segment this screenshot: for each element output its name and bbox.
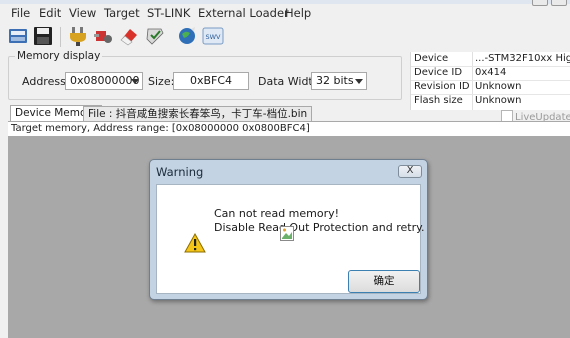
device-info-key: Flash size: [414, 95, 463, 106]
toolbar-separator: [60, 27, 61, 47]
address-range-text: Target memory, Address range: [0x0800000…: [11, 123, 310, 134]
device-info-key: Device ID: [414, 67, 463, 78]
device-info-key: Revision ID: [414, 81, 470, 92]
device-info-row: Device ...-STM32F10xx High: [411, 52, 570, 67]
erase-button[interactable]: [118, 25, 140, 47]
size-value: 0xBFC4: [189, 74, 233, 87]
menu-target[interactable]: Target: [104, 6, 140, 20]
address-label: Address:: [22, 75, 70, 88]
size-label: Size:: [148, 75, 175, 88]
window-close-button[interactable]: [551, 0, 567, 6]
save-button[interactable]: [32, 25, 54, 47]
menu-help[interactable]: Help: [285, 6, 311, 20]
swv-button[interactable]: SWV: [202, 25, 224, 47]
device-info-value: Unknown: [475, 95, 522, 106]
menu-st-link[interactable]: ST-LINK: [147, 6, 190, 20]
warning-icon: [184, 233, 206, 253]
chevron-down-icon: [355, 79, 363, 84]
device-info-row: Revision ID Unknown: [411, 80, 570, 95]
device-info-key: Device: [414, 53, 449, 64]
device-info-value: 0x414: [475, 67, 507, 78]
toolbar: SWV: [0, 23, 570, 51]
ok-button[interactable]: 确定: [348, 270, 420, 293]
menu-bar: File Edit View Target ST-LINK External L…: [0, 0, 570, 22]
swv-icon: SWV: [202, 27, 224, 45]
broken-image-icon: [280, 226, 294, 241]
plug-button[interactable]: [67, 25, 89, 47]
chevron-down-icon: [131, 79, 139, 84]
dialog-message-line2: Disable Read Out Protection and retry.: [214, 221, 425, 234]
menu-edit[interactable]: Edit: [39, 6, 61, 20]
globe-icon: [179, 27, 195, 44]
dialog-message-line1: Can not read memory!: [214, 207, 340, 220]
address-range-bar: Target memory, Address range: [0x0800000…: [8, 121, 570, 136]
globe-button[interactable]: [176, 25, 198, 47]
address-value: 0x08000000: [70, 74, 140, 87]
device-info-row: Flash size Unknown: [411, 94, 570, 108]
menu-external-loader[interactable]: External Loader: [198, 6, 289, 20]
save-icon: [34, 27, 52, 45]
menu-view[interactable]: View: [69, 6, 96, 20]
program-verify-icon: [146, 28, 164, 45]
memory-display-group: Memory display Address: 0x08000000 Size:…: [8, 50, 402, 100]
program-verify-button[interactable]: [144, 25, 166, 47]
close-icon: X: [406, 165, 414, 176]
window-maximize-button[interactable]: [532, 0, 548, 6]
menu-file[interactable]: File: [11, 6, 30, 20]
size-field[interactable]: 0xBFC4: [173, 72, 249, 90]
data-width-select[interactable]: 32 bits: [311, 72, 367, 90]
eraser-icon: [120, 29, 137, 46]
plug-icon: [70, 27, 86, 46]
device-info-row: Device ID 0x414: [411, 66, 570, 81]
tab-file[interactable]: File : 抖音咸鱼搜索长春笨鸟，卡丁车-档位.bin: [83, 106, 313, 121]
connect-icon: [9, 29, 27, 43]
data-width-value: 32 bits: [316, 74, 354, 87]
device-info-value: Unknown: [475, 81, 522, 92]
window-title-strip: [0, 0, 570, 4]
device-info-value: ...-STM32F10xx High: [475, 53, 570, 64]
disconnect-icon: [94, 31, 112, 43]
dialog-title: Warning: [156, 165, 204, 179]
svg-text:SWV: SWV: [206, 33, 222, 41]
dialog-close-button[interactable]: X: [398, 165, 422, 178]
memory-display-legend: Memory display: [15, 50, 103, 62]
device-info-table: Device ...-STM32F10xx High Device ID 0x4…: [410, 52, 570, 110]
connect-button[interactable]: [7, 25, 29, 47]
disconnect-button[interactable]: [92, 25, 114, 47]
address-field[interactable]: 0x08000000: [65, 72, 143, 90]
